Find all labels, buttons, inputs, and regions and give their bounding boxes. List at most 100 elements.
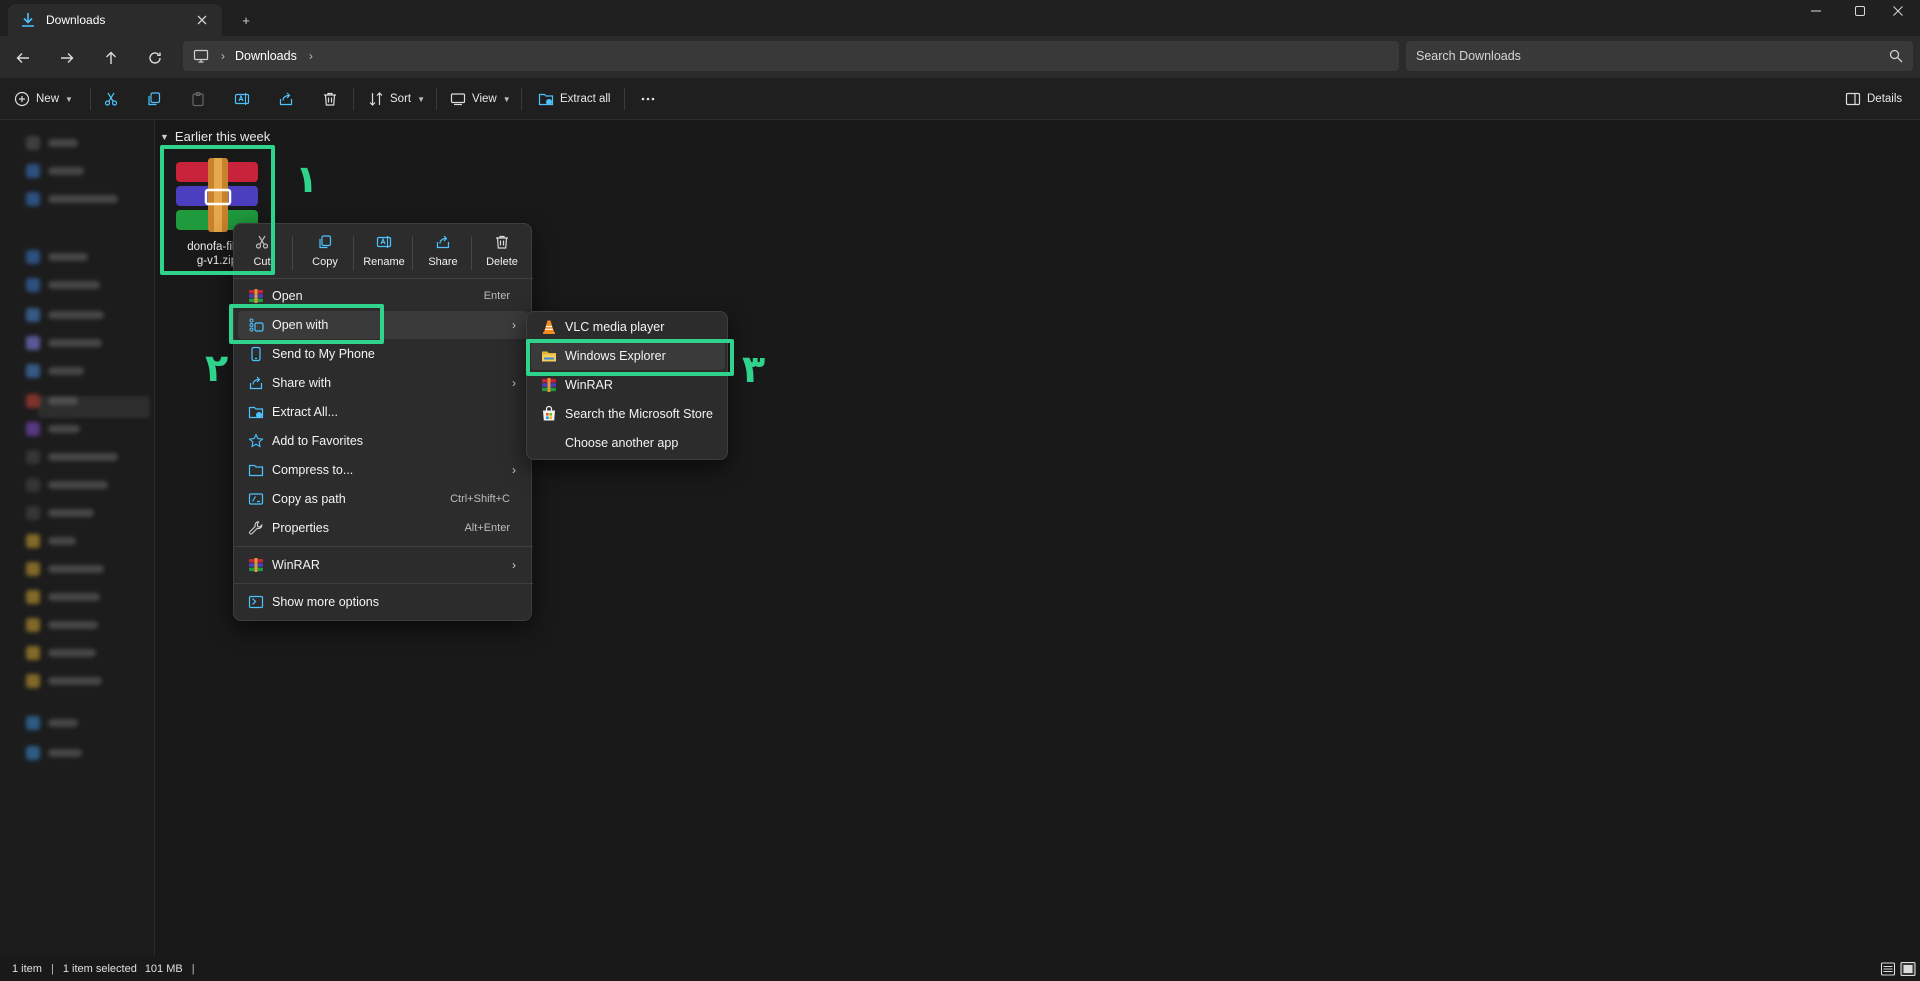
- sidebar-item[interactable]: [26, 394, 78, 408]
- sidebar-item[interactable]: [26, 534, 76, 548]
- copy-action[interactable]: Copy: [297, 234, 353, 274]
- back-arrow-icon[interactable]: [10, 45, 36, 71]
- highlight-box-open-with: [229, 304, 384, 344]
- status-divider: |: [191, 962, 195, 975]
- command-bar: New ▼ Sort ▼ View ▼ Extract all Details: [0, 78, 1920, 120]
- sort-button[interactable]: Sort ▼: [368, 88, 425, 110]
- scissors-icon: [103, 91, 119, 107]
- annotation-step-1: ١: [295, 157, 319, 201]
- submenu-item-vlc[interactable]: VLC media player: [531, 313, 725, 341]
- sidebar-item[interactable]: [26, 250, 88, 264]
- sidebar-item[interactable]: [26, 336, 102, 350]
- menu-item-shortcut: Ctrl+Shift+C: [450, 493, 510, 505]
- paste-button[interactable]: [190, 88, 206, 110]
- status-divider: |: [50, 962, 54, 975]
- menu-item-copy-as-path[interactable]: Copy as path Ctrl+Shift+C: [238, 485, 528, 513]
- tab-downloads[interactable]: Downloads: [8, 4, 222, 36]
- copy-icon: [146, 91, 162, 107]
- status-selected: 1 item selected: [62, 962, 137, 975]
- delete-button[interactable]: [322, 88, 338, 110]
- sidebar-item[interactable]: [26, 506, 94, 520]
- sidebar-item[interactable]: [26, 646, 96, 660]
- share-button[interactable]: [278, 88, 294, 110]
- address-bar[interactable]: › Downloads ›: [183, 41, 1399, 71]
- chevron-right-icon: ›: [512, 463, 516, 477]
- new-tab-button[interactable]: +: [234, 8, 258, 32]
- sidebar-item[interactable]: [26, 478, 108, 492]
- submenu-item-label: VLC media player: [565, 320, 665, 334]
- minimize-icon[interactable]: [1794, 0, 1838, 22]
- menu-item-share-with[interactable]: Share with ›: [238, 369, 528, 397]
- annotation-step-3: ٣: [742, 347, 766, 391]
- sidebar-item[interactable]: [26, 674, 102, 688]
- status-item-count: 1 item: [12, 962, 42, 975]
- rename-action[interactable]: Rename: [356, 234, 412, 274]
- winrar-icon: [248, 288, 264, 304]
- close-icon[interactable]: [1876, 0, 1920, 22]
- details-button[interactable]: Details: [1845, 88, 1902, 110]
- menu-item-compress-to[interactable]: Compress to... ›: [238, 456, 528, 484]
- chevron-right-icon: ›: [512, 376, 516, 390]
- new-button[interactable]: New ▼: [14, 88, 73, 110]
- rename-label: Rename: [363, 256, 405, 268]
- more-options-icon: [248, 594, 264, 610]
- menu-item-extract-all[interactable]: Extract All...: [238, 398, 528, 426]
- forward-arrow-icon[interactable]: [54, 45, 80, 71]
- sidebar-item[interactable]: [26, 364, 84, 378]
- star-icon: [248, 433, 264, 449]
- extract-all-button[interactable]: Extract all: [538, 88, 611, 110]
- menu-item-properties[interactable]: Properties Alt+Enter: [238, 514, 528, 542]
- menu-divider: [234, 546, 533, 547]
- menu-item-label: WinRAR: [272, 558, 320, 572]
- share-action[interactable]: Share: [415, 234, 471, 274]
- sidebar-item[interactable]: [26, 590, 100, 604]
- chevron-right-icon: ›: [512, 558, 516, 572]
- large-icons-view-icon[interactable]: [1900, 961, 1916, 977]
- menu-item-winrar[interactable]: WinRAR ›: [238, 551, 528, 579]
- delete-action[interactable]: Delete: [474, 234, 530, 274]
- menu-item-label: Properties: [272, 521, 329, 535]
- sidebar-item[interactable]: [26, 618, 98, 632]
- submenu-item-microsoft-store[interactable]: Search the Microsoft Store: [531, 400, 725, 428]
- details-view-icon[interactable]: [1880, 961, 1896, 977]
- submenu-item-choose-another-app[interactable]: Choose another app: [531, 429, 725, 457]
- copy-button[interactable]: [146, 88, 162, 110]
- refresh-icon[interactable]: [142, 45, 168, 71]
- wrench-icon: [248, 520, 264, 536]
- sidebar-item[interactable]: [26, 192, 118, 206]
- menu-item-send-to-phone[interactable]: Send to My Phone: [238, 340, 528, 368]
- view-icon: [450, 91, 466, 107]
- sidebar-item[interactable]: [26, 136, 78, 150]
- search-input[interactable]: Search Downloads: [1406, 41, 1913, 71]
- view-label: View: [472, 93, 497, 105]
- cut-button[interactable]: [103, 88, 119, 110]
- search-icon[interactable]: [1889, 49, 1903, 63]
- menu-divider: [234, 583, 533, 584]
- menu-item-show-more-options[interactable]: Show more options: [238, 588, 528, 616]
- annotation-step-2: ٢: [205, 346, 229, 390]
- menu-item-add-favorites[interactable]: Add to Favorites: [238, 427, 528, 455]
- quick-action-divider: [292, 236, 293, 270]
- highlight-box-file: [160, 145, 275, 275]
- close-tab-icon[interactable]: [194, 12, 210, 28]
- sidebar-item[interactable]: [26, 746, 82, 760]
- toolbar-divider: [436, 88, 437, 110]
- sidebar-item[interactable]: [26, 450, 118, 464]
- rename-button[interactable]: [234, 88, 250, 110]
- breadcrumb-downloads[interactable]: Downloads: [235, 49, 297, 63]
- group-header[interactable]: ▼ Earlier this week: [160, 129, 270, 144]
- sidebar-item[interactable]: [26, 308, 104, 322]
- breadcrumb-chevron-icon[interactable]: ›: [309, 49, 313, 63]
- chevron-down-icon: ▼: [502, 94, 511, 104]
- sidebar-item[interactable]: [26, 164, 84, 178]
- sidebar-item[interactable]: [26, 278, 100, 292]
- sidebar-item[interactable]: [26, 422, 80, 436]
- view-button[interactable]: View ▼: [450, 88, 511, 110]
- sidebar-item[interactable]: [26, 562, 104, 576]
- more-options-button[interactable]: [640, 88, 656, 110]
- vlc-icon: [541, 319, 557, 335]
- winrar-icon: [541, 377, 557, 393]
- sidebar-item[interactable]: [26, 716, 78, 730]
- up-arrow-icon[interactable]: [98, 45, 124, 71]
- navigation-pane[interactable]: [0, 120, 155, 956]
